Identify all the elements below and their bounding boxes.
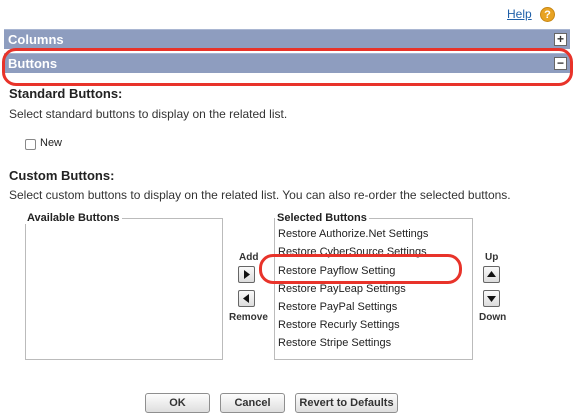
arrow-left-icon (243, 294, 249, 303)
list-item[interactable]: Restore Recurly Settings (278, 319, 400, 331)
down-label: Down (479, 312, 507, 323)
standard-buttons-description: Select standard buttons to display on th… (9, 107, 288, 121)
move-up-button[interactable] (483, 266, 500, 283)
arrow-up-icon (487, 271, 496, 277)
new-checkbox[interactable] (25, 139, 36, 150)
selected-buttons-title: Selected Buttons (275, 212, 369, 224)
list-item[interactable]: Restore PayPal Settings (278, 301, 397, 313)
arrow-right-icon (244, 270, 250, 279)
buttons-header-highlight (2, 48, 573, 86)
remove-label: Remove (229, 312, 268, 323)
add-label: Add (239, 252, 259, 263)
list-item[interactable]: Restore Stripe Settings (278, 337, 391, 349)
standard-buttons-heading: Standard Buttons: (9, 86, 123, 101)
custom-buttons-description: Select custom buttons to display on the … (9, 188, 511, 202)
payflow-item-highlight (259, 254, 462, 284)
remove-button[interactable] (238, 290, 255, 307)
help-question-icon[interactable]: ? (540, 7, 555, 22)
custom-buttons-heading: Custom Buttons: (9, 168, 115, 183)
columns-section-title: Columns (8, 32, 64, 47)
help-link[interactable]: Help (507, 7, 532, 21)
new-checkbox-label: New (40, 137, 63, 149)
list-item[interactable]: Restore PayLeap Settings (278, 283, 406, 295)
columns-section-header[interactable]: Columns + (4, 29, 570, 49)
available-buttons-listbox[interactable] (25, 218, 223, 360)
expand-icon[interactable]: + (554, 33, 567, 46)
ok-button[interactable]: OK (145, 393, 210, 413)
up-label: Up (485, 252, 499, 263)
list-item[interactable]: Restore Authorize.Net Settings (278, 228, 428, 240)
revert-to-defaults-button[interactable]: Revert to Defaults (295, 393, 398, 413)
cancel-button[interactable]: Cancel (220, 393, 285, 413)
available-buttons-title: Available Buttons (25, 212, 122, 224)
move-down-button[interactable] (483, 290, 500, 307)
arrow-down-icon (487, 296, 496, 302)
add-button[interactable] (238, 266, 255, 283)
